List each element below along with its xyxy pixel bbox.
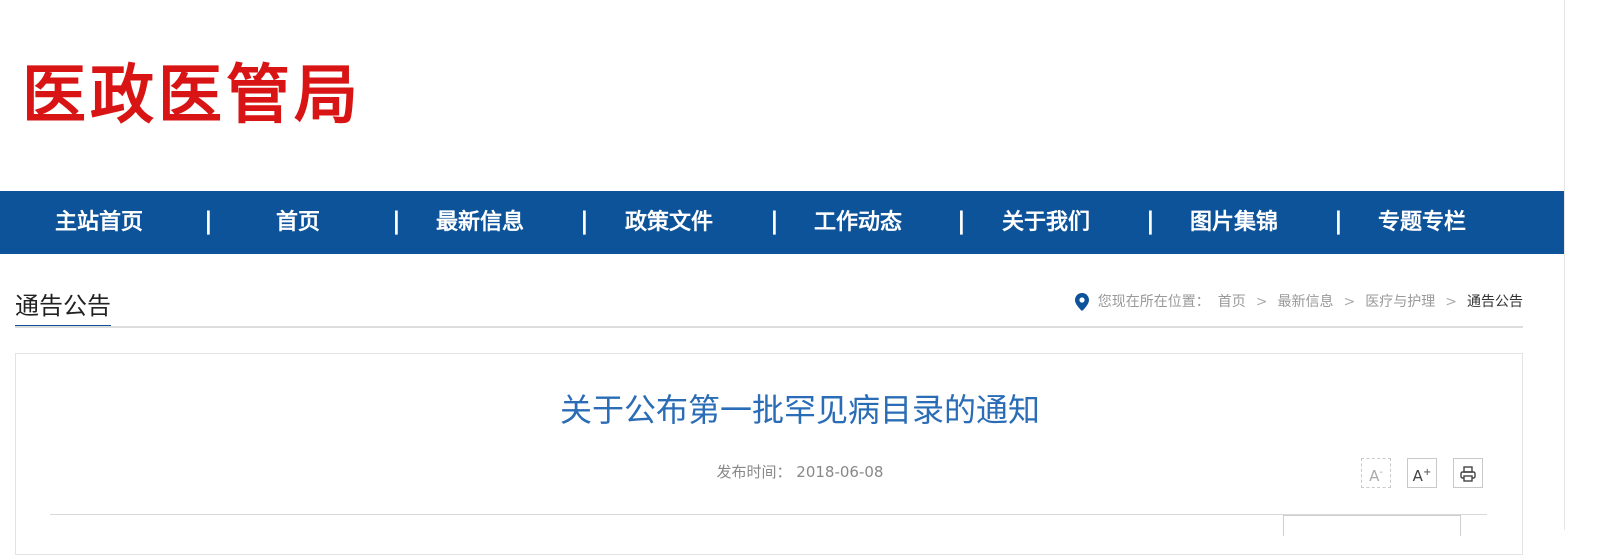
breadcrumb-separator: > <box>1255 294 1268 310</box>
breadcrumb-medical-nursing[interactable]: 医疗与护理 <box>1365 294 1435 310</box>
breadcrumb-notices[interactable]: 通告公告 <box>1467 294 1523 310</box>
breadcrumb-prefix: 您现在所在位置： <box>1097 294 1210 310</box>
font-decrease-mark: - <box>1379 467 1383 478</box>
page-scrollbar[interactable] <box>1564 0 1600 530</box>
nav-item-policy[interactable]: 政策文件 <box>625 191 713 254</box>
nav-separator: | <box>957 207 966 235</box>
nav-item-gallery[interactable]: 图片集锦 <box>1190 191 1278 254</box>
print-icon <box>1459 464 1477 482</box>
nav-separator: | <box>580 207 589 235</box>
info-box <box>1283 515 1461 536</box>
location-pin-icon <box>1074 293 1089 311</box>
nav-separator: | <box>1146 207 1155 235</box>
section-divider <box>15 326 1523 328</box>
section-title: 通告公告 <box>15 289 111 327</box>
breadcrumb-latest-info[interactable]: 最新信息 <box>1278 294 1334 310</box>
nav-item-home[interactable]: 首页 <box>276 191 320 254</box>
nav-item-work-news[interactable]: 工作动态 <box>814 191 902 254</box>
breadcrumb-home[interactable]: 首页 <box>1218 294 1246 310</box>
print-button[interactable] <box>1453 458 1483 488</box>
nav-separator: | <box>1334 207 1343 235</box>
breadcrumb: 您现在所在位置： 首页 > 最新信息 > 医疗与护理 > 通告公告 <box>1074 292 1523 312</box>
article-header-divider <box>50 514 1487 515</box>
font-increase-label: A <box>1412 467 1423 485</box>
breadcrumb-separator: > <box>1445 294 1457 310</box>
publish-time: 发布时间： 2018-06-08 <box>0 460 1600 484</box>
nav-separator: | <box>392 207 401 235</box>
main-nav: 主站首页 | 首页 | 最新信息 | 政策文件 | 工作动态 | 关于我们 | … <box>0 191 1565 254</box>
font-increase-button[interactable]: A+ <box>1407 458 1437 488</box>
publish-date: 2018-06-08 <box>796 463 884 481</box>
nav-item-main-site[interactable]: 主站首页 <box>55 191 143 254</box>
publish-label: 发布时间： <box>716 463 792 481</box>
article-title: 关于公布第一批罕见病目录的通知 <box>559 391 1040 429</box>
site-logo[interactable]: 医政医管局 <box>22 58 362 134</box>
font-decrease-label: A <box>1369 467 1380 485</box>
breadcrumb-separator: > <box>1343 294 1356 310</box>
nav-item-special[interactable]: 专题专栏 <box>1378 191 1466 254</box>
font-increase-mark: + <box>1422 467 1432 478</box>
nav-item-latest-info[interactable]: 最新信息 <box>436 191 524 254</box>
font-decrease-button[interactable]: A- <box>1361 458 1391 488</box>
nav-item-about[interactable]: 关于我们 <box>1002 191 1090 254</box>
nav-separator: | <box>204 207 213 235</box>
nav-separator: | <box>770 207 779 235</box>
